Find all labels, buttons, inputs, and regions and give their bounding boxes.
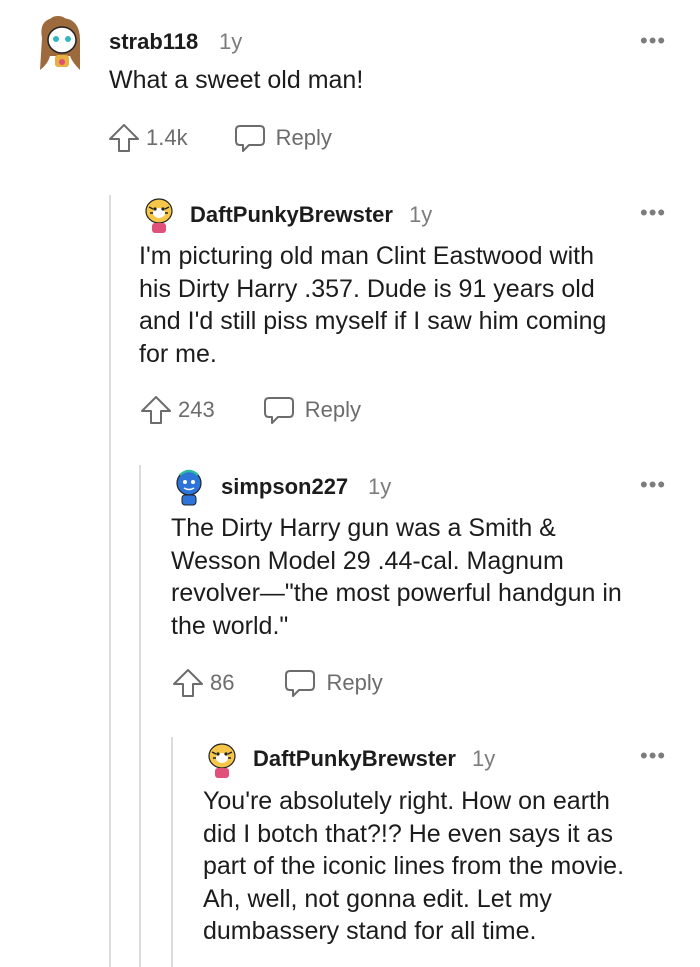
comment-line: did I botch that?!? He even says it as [203, 819, 613, 848]
snoo-avatar-tiger-icon [208, 743, 236, 778]
comment-line: You're absolutely right. How on earth [203, 787, 610, 815]
more-options-icon[interactable]: ••• [640, 743, 666, 769]
avatar[interactable] [206, 740, 238, 785]
comment-line: Ah, well, not gonna edit. Let my [203, 884, 552, 913]
username[interactable]: DaftPunkyBrewster [253, 746, 456, 772]
comment-line: dumbassery stand for all time. [203, 917, 537, 945]
comment-body: You're absolutely right. How on earth di… [203, 785, 624, 948]
timestamp: 1y [472, 746, 496, 771]
comment: DaftPunkyBrewster 1y ••• You're absolute… [0, 0, 700, 967]
comment-line: part of the iconic lines from the movie. [203, 852, 625, 880]
